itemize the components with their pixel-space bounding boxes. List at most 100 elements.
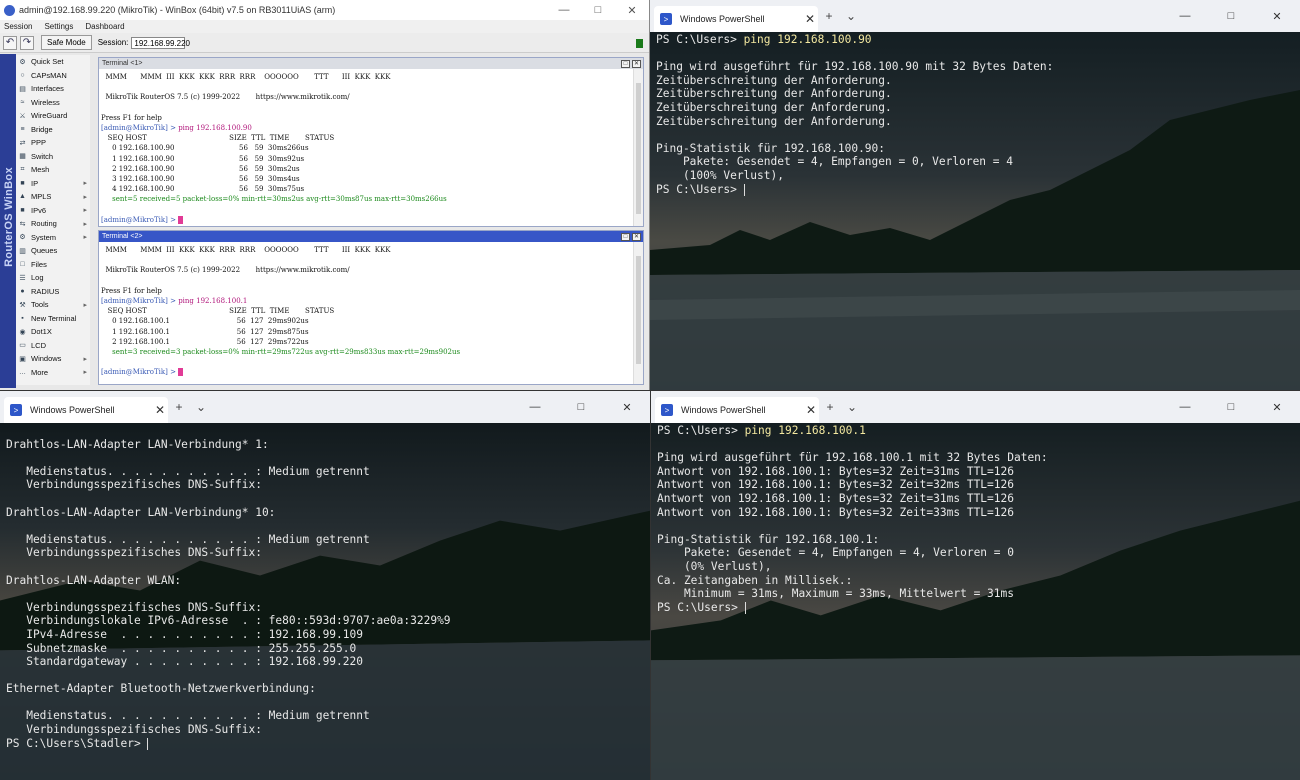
menu-dashboard[interactable]: Dashboard: [85, 22, 124, 31]
sidebar-item-dot1x[interactable]: ◉ Dot1X: [16, 325, 90, 339]
console-line: IPv4-Adresse . . . . . . . . . . : 192.1…: [6, 627, 363, 641]
sidebar-item-label: Interfaces: [31, 84, 64, 94]
terminal-cursor: [178, 368, 184, 377]
ps2-maximize-icon[interactable]: □: [558, 401, 604, 413]
menu-session[interactable]: Session: [4, 22, 32, 31]
redo-icon[interactable]: ↷: [20, 35, 34, 50]
wireguard-icon: ⚔: [19, 112, 26, 120]
sidebar-item-mpls[interactable]: ▲ MPLS ▸: [16, 190, 90, 204]
terminal-1-body[interactable]: MMM MMM III KKK KKK RRR RRR OOOOOO TTT I…: [99, 69, 633, 226]
sidebar-item-label: Log: [31, 273, 44, 283]
sidebar-item-tools[interactable]: ⚒ Tools ▸: [16, 298, 90, 312]
routeros-winbox-label: RouterOS WinBox: [3, 167, 15, 267]
sidebar-item-ppp[interactable]: ⇄ PPP: [16, 136, 90, 150]
ps1-new-tab-icon[interactable]: +: [818, 9, 840, 23]
ps3-close-icon[interactable]: ✕: [1254, 401, 1300, 414]
console-line: Subnetzmaske . . . . . . . . . . : 255.2…: [6, 641, 357, 655]
sidebar-item-label: LCD: [31, 340, 47, 350]
sidebar-item-radius[interactable]: ● RADIUS: [16, 285, 90, 299]
ps3-tab-close-icon[interactable]: ✕: [803, 403, 819, 417]
maximize-icon[interactable]: □: [581, 4, 615, 16]
submenu-arrow-icon: ▸: [83, 355, 87, 363]
terminal-2-body[interactable]: MMM MMM III KKK KKK RRR RRR OOOOOO TTT I…: [99, 242, 633, 384]
console-line: Ethernet-Adapter Bluetooth-Netzwerkverbi…: [6, 682, 316, 696]
terminal-1-titlebar[interactable]: Terminal <1> □ ✕: [99, 58, 643, 69]
terminal-1-restore-icon[interactable]: □: [621, 59, 630, 68]
close-icon[interactable]: ✕: [615, 4, 649, 17]
ps1-console[interactable]: PS C:\Users> ping 192.168.100.90 Ping wi…: [650, 32, 1300, 196]
ps1-tab[interactable]: > Windows PowerShell ✕: [654, 6, 818, 32]
sidebar-item-capsman[interactable]: ○ CAPsMAN: [16, 69, 90, 83]
ps3-tab[interactable]: > Windows PowerShell ✕: [655, 397, 819, 423]
table-row: 1 192.168.100.90 56 59 30ms92us: [101, 154, 305, 163]
sidebar-item-switch[interactable]: ▦ Switch: [16, 150, 90, 164]
ps3-tabbar: > Windows PowerShell ✕ + ⌄ — □ ✕: [651, 391, 1300, 423]
sidebar-item-routing[interactable]: ⇆ Routing ▸: [16, 217, 90, 231]
sidebar-item-ip[interactable]: ■ IP ▸: [16, 177, 90, 191]
ps2-close-icon[interactable]: ✕: [604, 401, 650, 414]
sidebar-item-lcd[interactable]: ▭ LCD: [16, 339, 90, 353]
sidebar-item-bridge[interactable]: ≡ Bridge: [16, 123, 90, 137]
ps2-minimize-icon[interactable]: —: [512, 401, 558, 413]
ps1-close-icon[interactable]: ✕: [1254, 10, 1300, 23]
ps1-tab-close-icon[interactable]: ✕: [802, 12, 818, 26]
sidebar-item-new-terminal[interactable]: ▪ New Terminal: [16, 312, 90, 326]
ps2-new-tab-icon[interactable]: +: [168, 400, 190, 414]
ps2-chevron-down-icon[interactable]: ⌄: [190, 400, 212, 414]
ps2-tab[interactable]: > Windows PowerShell ✕: [4, 397, 168, 423]
sidebar-item-files[interactable]: □ Files: [16, 258, 90, 272]
final-prompt: PS C:\Users>: [657, 600, 745, 614]
console-line: Minimum = 31ms, Maximum = 33ms, Mittelwe…: [657, 587, 1014, 601]
terminal-2-restore-icon[interactable]: □: [621, 232, 630, 241]
console-line: Medienstatus. . . . . . . . . . . : Medi…: [6, 532, 370, 546]
sidebar-item-windows[interactable]: ▣ Windows ▸: [16, 352, 90, 366]
menu-settings[interactable]: Settings: [44, 22, 73, 31]
quick-set-icon: ⚙: [19, 58, 26, 66]
submenu-arrow-icon: ▸: [83, 301, 87, 309]
winbox-titlebar[interactable]: admin@192.168.99.220 (MikroTik) - WinBox…: [0, 0, 649, 20]
ps3-console[interactable]: PS C:\Users> ping 192.168.100.1 Ping wir…: [651, 423, 1300, 614]
terminal-2-scrollbar[interactable]: [633, 242, 643, 384]
powershell-window-1: > Windows PowerShell ✕ + ⌄ — □ ✕ PS C:\U…: [650, 0, 1300, 390]
sidebar-item-wireguard[interactable]: ⚔ WireGuard: [16, 109, 90, 123]
sidebar-item-log[interactable]: ☰ Log: [16, 271, 90, 285]
sidebar-item-system[interactable]: ⚙ System ▸: [16, 231, 90, 245]
ps3-new-tab-icon[interactable]: +: [819, 400, 841, 414]
terminal-1-scrollbar[interactable]: [633, 69, 643, 226]
ps1-chevron-down-icon[interactable]: ⌄: [840, 9, 862, 23]
ps3-maximize-icon[interactable]: □: [1208, 401, 1254, 413]
terminal-1-close-icon[interactable]: ✕: [632, 59, 641, 68]
terminal-2-window[interactable]: Terminal <2> □ ✕ MMM MMM III KKK KKK RRR…: [98, 230, 644, 385]
sidebar-item-label: PPP: [31, 138, 47, 148]
sidebar-item-mesh[interactable]: ⌗ Mesh: [16, 163, 90, 177]
sidebar-item-quick-set[interactable]: ⚙ Quick Set: [16, 55, 90, 69]
sidebar-item-interfaces[interactable]: ▤ Interfaces: [16, 82, 90, 96]
sidebar-item-label: More: [31, 367, 49, 377]
ps1-maximize-icon[interactable]: □: [1208, 10, 1254, 22]
console-line: Antwort von 192.168.100.1: Bytes=32 Zeit…: [657, 505, 1014, 519]
ps2-tab-close-icon[interactable]: ✕: [152, 403, 168, 417]
sidebar-item-wireless[interactable]: ≈ Wireless: [16, 96, 90, 110]
minimize-icon[interactable]: —: [547, 4, 581, 16]
sidebar-item-label: WireGuard: [31, 111, 68, 121]
terminal-2-titlebar[interactable]: Terminal <2> □ ✕: [99, 231, 643, 242]
undo-icon[interactable]: ↶: [3, 35, 17, 50]
sidebar-item-queues[interactable]: ▥ Queues: [16, 244, 90, 258]
ps3-chevron-down-icon[interactable]: ⌄: [841, 400, 863, 414]
terminal-1-window[interactable]: Terminal <1> □ ✕ MMM MMM III KKK KKK RRR…: [98, 57, 644, 227]
console-line: (100% Verlust),: [656, 168, 784, 182]
routing-icon: ⇆: [19, 220, 26, 228]
table-row: 4 192.168.100.90 56 59 30ms75us: [101, 185, 305, 194]
help-line: Press F1 for help: [101, 286, 162, 295]
ps1-minimize-icon[interactable]: —: [1162, 10, 1208, 22]
sidebar-item-more[interactable]: … More ▸: [16, 366, 90, 380]
session-input[interactable]: 192.168.99.220: [131, 36, 190, 49]
ps3-minimize-icon[interactable]: —: [1162, 401, 1208, 413]
terminal-2-close-icon[interactable]: ✕: [632, 232, 641, 241]
sidebar-item-ipv6[interactable]: ■ IPv6 ▸: [16, 204, 90, 218]
powershell-icon: >: [10, 404, 22, 416]
powershell-window-3: > Windows PowerShell ✕ + ⌄ — □ ✕ PS C:\U…: [650, 390, 1300, 780]
ps2-console[interactable]: Drahtlos-LAN-Adapter LAN-Verbindung* 1: …: [0, 423, 650, 750]
submenu-arrow-icon: ▸: [83, 193, 87, 201]
safe-mode-button[interactable]: Safe Mode: [41, 35, 92, 50]
